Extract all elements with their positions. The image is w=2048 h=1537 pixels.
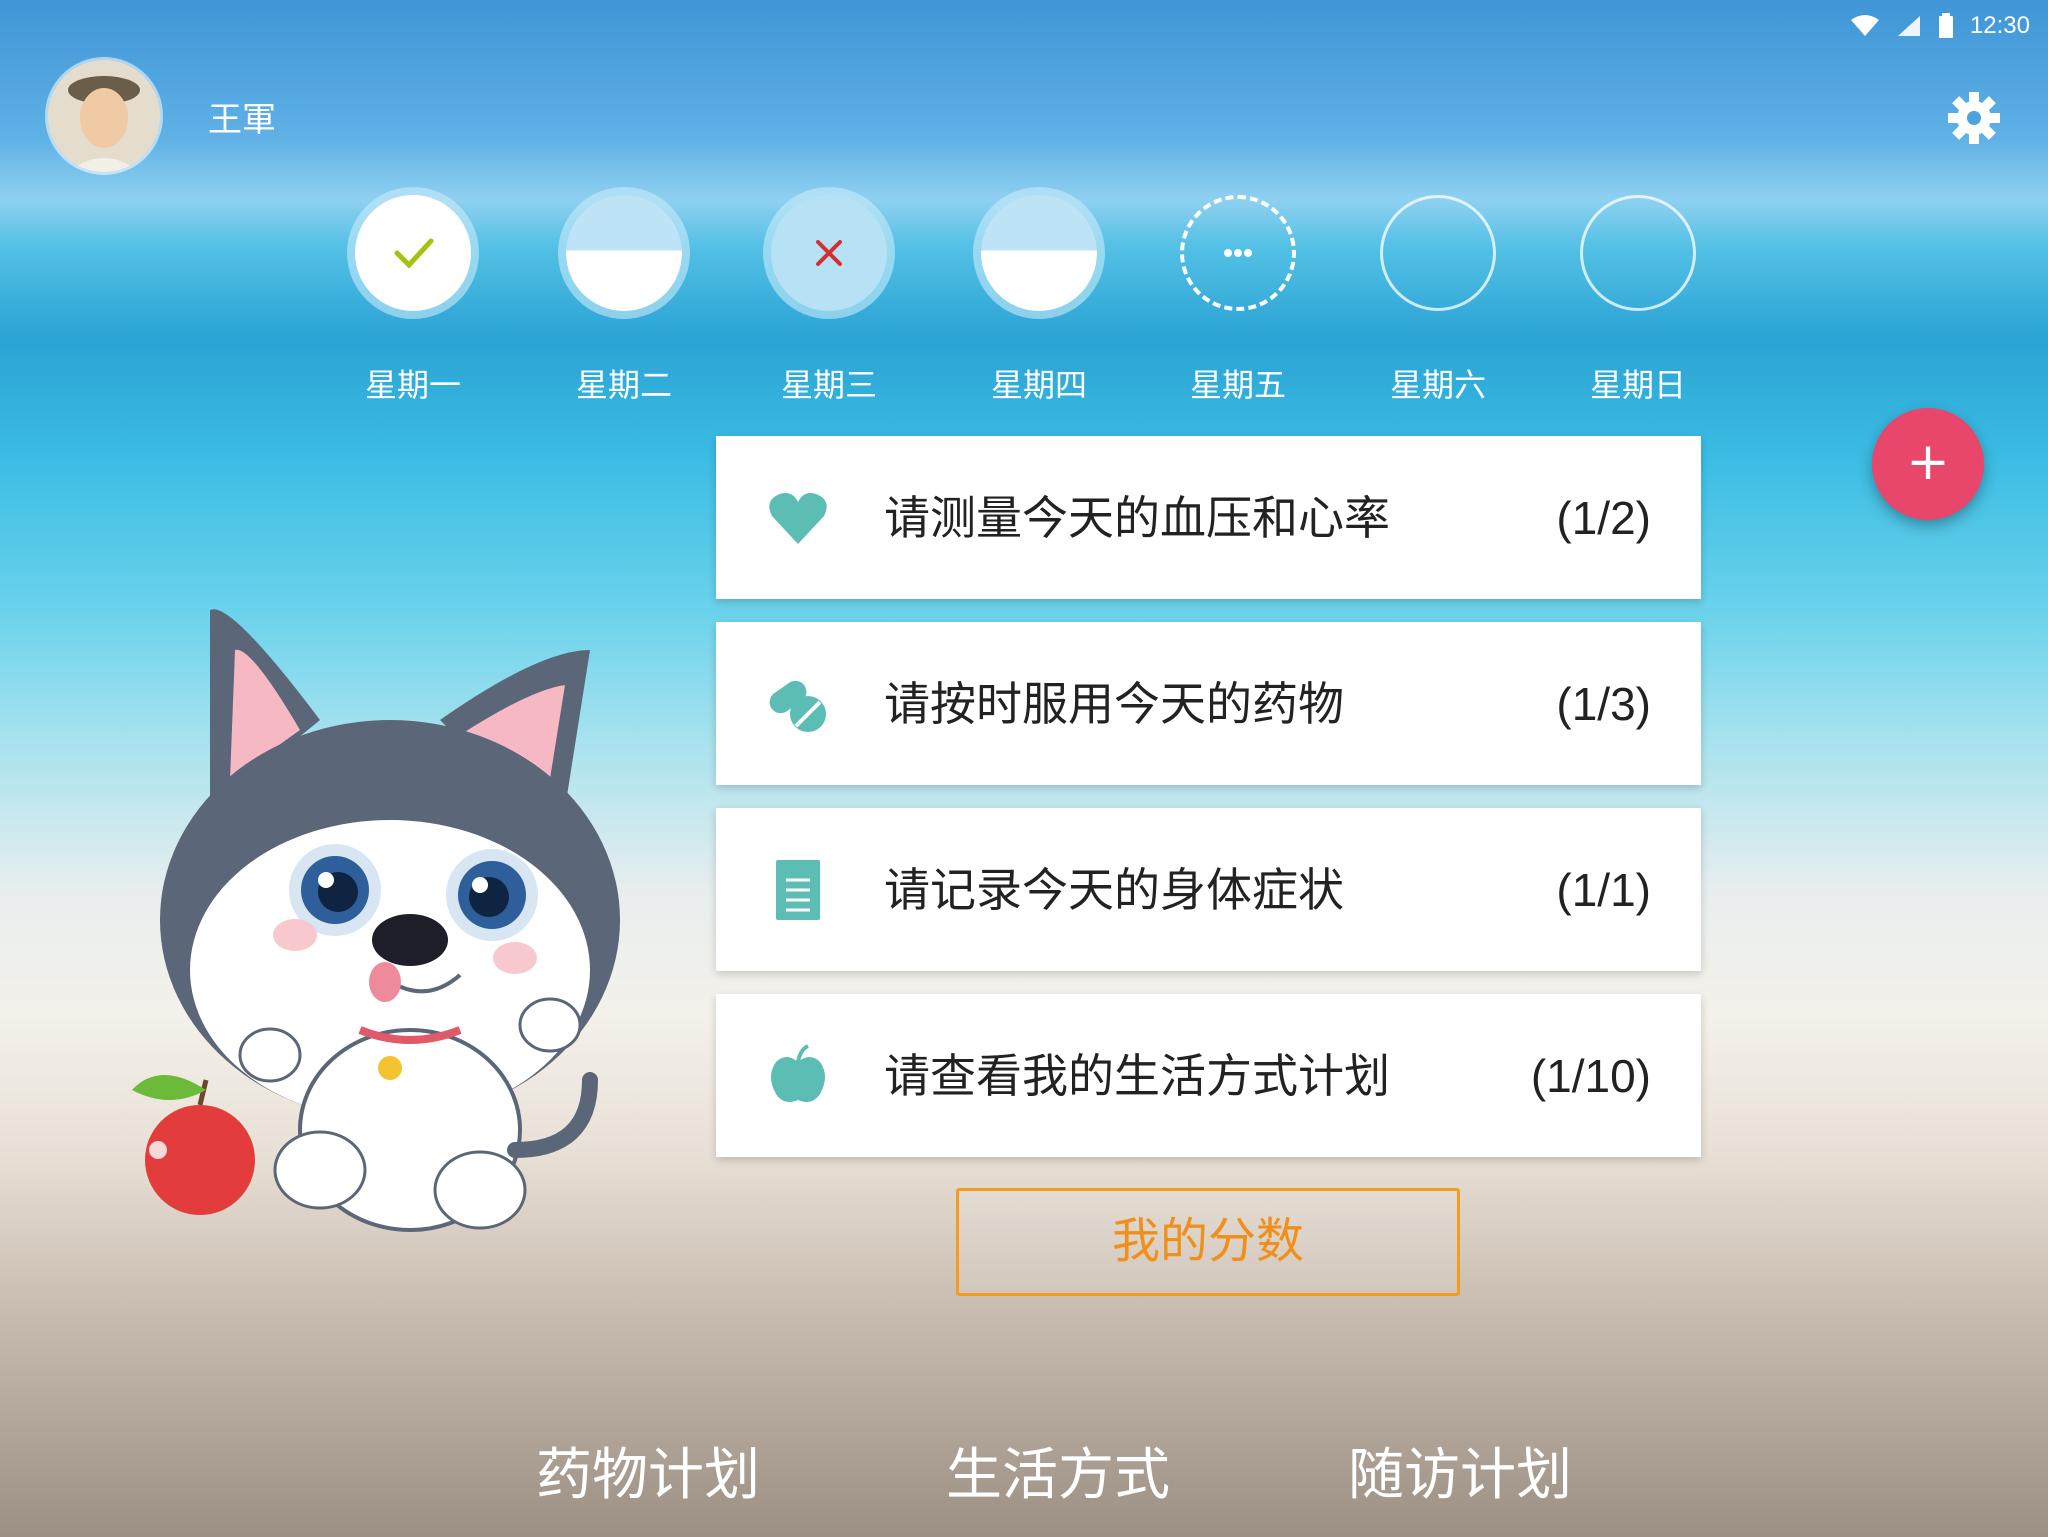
task-text: 请查看我的生活方式计划 xyxy=(884,1049,1390,1103)
task-card-medication[interactable]: 请按时服用今天的药物 (1/3) xyxy=(716,622,1701,785)
day-label: 星期一 xyxy=(364,366,461,404)
day-circle-tuesday[interactable] xyxy=(566,195,682,311)
gear-icon[interactable] xyxy=(1946,90,2002,146)
signal-icon xyxy=(1897,16,1920,36)
battery-icon xyxy=(1938,13,1953,38)
document-icon xyxy=(776,860,820,920)
task-card-lifestyle[interactable]: 请查看我的生活方式计划 (1/10) xyxy=(716,994,1701,1157)
add-button[interactable]: + xyxy=(1872,408,1984,520)
day-circle-saturday[interactable] xyxy=(1380,195,1496,311)
cross-icon xyxy=(816,240,842,266)
day-label: 星期六 xyxy=(1389,366,1486,404)
day-circle-sunday[interactable] xyxy=(1580,195,1696,311)
task-count: (1/3) xyxy=(1556,678,1651,730)
ellipsis-icon xyxy=(1224,249,1252,257)
wifi-icon xyxy=(1850,15,1879,36)
check-icon xyxy=(394,238,434,269)
task-card-blood-pressure[interactable]: 请测量今天的血压和心率 (1/2) xyxy=(716,436,1701,599)
nav-follow-up-plan[interactable]: 随访计划 xyxy=(1348,1430,1572,1511)
day-circle-wednesday[interactable] xyxy=(771,195,887,311)
task-card-symptoms[interactable]: 请记录今天的身体症状 (1/1) xyxy=(716,808,1701,971)
day-circle-thursday[interactable] xyxy=(981,195,1097,311)
task-count: (1/2) xyxy=(1556,492,1651,544)
my-score-button[interactable]: 我的分数 xyxy=(956,1188,1460,1296)
task-text: 请记录今天的身体症状 xyxy=(884,863,1344,917)
task-count: (1/10) xyxy=(1530,1050,1651,1102)
status-time: 12:30 xyxy=(1969,12,2030,39)
day-label: 星期二 xyxy=(575,366,672,404)
nav-medication-plan[interactable]: 药物计划 xyxy=(536,1430,760,1511)
pill-icon xyxy=(769,680,826,732)
user-name: 王軍 xyxy=(208,100,276,140)
nav-lifestyle[interactable]: 生活方式 xyxy=(946,1430,1170,1511)
status-bar: 12:30 xyxy=(1850,8,2030,44)
day-circle-monday[interactable] xyxy=(355,195,471,311)
husky-mascot-illustration xyxy=(132,609,620,1232)
day-label: 星期五 xyxy=(1189,366,1286,404)
apple-icon xyxy=(771,1044,825,1102)
day-label: 星期四 xyxy=(990,366,1087,404)
day-label: 星期三 xyxy=(780,366,877,404)
day-circle-friday[interactable] xyxy=(1180,195,1296,311)
task-text: 请按时服用今天的药物 xyxy=(884,677,1344,731)
task-count: (1/1) xyxy=(1556,864,1651,916)
heart-icon xyxy=(769,493,827,544)
task-text: 请测量今天的血压和心率 xyxy=(884,491,1390,545)
day-label: 星期日 xyxy=(1589,366,1686,404)
avatar[interactable] xyxy=(48,60,160,172)
